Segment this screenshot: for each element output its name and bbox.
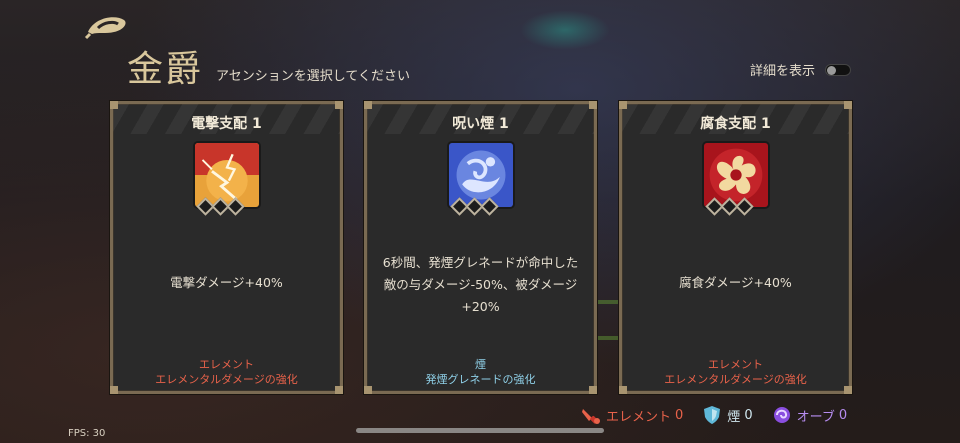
page-title: 金爵 xyxy=(127,49,204,90)
card-corner xyxy=(589,386,597,394)
orb-label: オーブ xyxy=(796,409,835,425)
card-corner xyxy=(335,386,343,394)
card-corner xyxy=(110,101,118,109)
card-category: エレメント エレメンタルダメージの強化 xyxy=(622,357,849,387)
orb-resource: オーブ 0 xyxy=(771,405,848,425)
game-screen: 金爵 アセンションを選択してください 詳細を表示 電撃支配 1 電撃ダメージ+4… xyxy=(0,0,960,443)
orb-count: 0 xyxy=(838,407,848,423)
orb-icon xyxy=(773,407,790,423)
background-glow xyxy=(520,10,610,50)
card-description: 腐食ダメージ+40% xyxy=(679,275,792,290)
card-corner xyxy=(335,101,343,109)
toggle-knob xyxy=(827,65,837,75)
card-description: 6秒間、発煙グレネードが命中した敵の与ダメージ-50%、被ダメージ+20% xyxy=(382,255,579,314)
card-name: 腐食支配 1 xyxy=(700,116,771,132)
category-effect: エレメンタルダメージの強化 xyxy=(664,373,807,386)
card-corner xyxy=(589,101,597,109)
card-corner xyxy=(364,386,372,394)
smoke-label: 煙 xyxy=(727,409,741,425)
level-indicator xyxy=(450,197,499,216)
card-category: エレメント エレメンタルダメージの強化 xyxy=(113,357,340,387)
element-label: エレメント xyxy=(606,409,672,425)
ascension-card-electric[interactable]: 電撃支配 1 電撃ダメージ+40% エレメント エレメンタルダメージの強化 xyxy=(110,101,343,394)
details-toggle[interactable] xyxy=(825,63,852,76)
category-name: エレメント xyxy=(708,358,763,371)
level-diamond xyxy=(480,197,499,216)
level-diamond xyxy=(735,197,754,216)
ascension-card-corrosion[interactable]: 腐食支配 1 腐食ダメージ+40% エレメント エレメンタルダメージの強化 xyxy=(619,101,852,394)
card-name: 電撃支配 1 xyxy=(191,116,262,132)
card-category: 煙 発煙グレネードの強化 xyxy=(367,357,594,387)
smoke-resource: 煙 0 xyxy=(701,405,753,425)
resource-bar: エレメント 0 煙 0 オーブ 0 xyxy=(580,405,847,425)
category-effect: エレメンタルダメージの強化 xyxy=(155,373,298,386)
card-corner xyxy=(844,101,852,109)
element-resource: エレメント 0 xyxy=(580,405,683,425)
card-name: 呪い煙 1 xyxy=(452,116,509,132)
smoke-count: 0 xyxy=(744,407,753,423)
level-diamond xyxy=(226,197,245,216)
home-indicator[interactable] xyxy=(356,428,604,433)
category-name: エレメント xyxy=(199,358,254,371)
logo-icon xyxy=(84,17,126,40)
level-indicator xyxy=(705,197,754,216)
element-count: 0 xyxy=(675,407,684,423)
shield-icon xyxy=(704,406,721,424)
level-indicator xyxy=(196,197,245,216)
ascension-card-curse-smoke[interactable]: 呪い煙 1 6秒間、発煙グレネードが命中した敵の与ダメージ-50%、被ダメージ+… xyxy=(364,101,597,394)
grenade-icon xyxy=(582,409,600,424)
card-corner xyxy=(619,101,627,109)
card-corner xyxy=(110,386,118,394)
page-subtitle: アセンションを選択してください xyxy=(216,69,410,84)
details-toggle-row[interactable]: 詳細を表示 xyxy=(750,60,852,79)
category-effect: 発煙グレネードの強化 xyxy=(425,373,536,386)
fps-counter: FPS: 30 xyxy=(68,428,106,439)
card-corner xyxy=(364,101,372,109)
card-corner xyxy=(844,386,852,394)
card-description: 電撃ダメージ+40% xyxy=(170,275,283,290)
details-label: 詳細を表示 xyxy=(750,64,816,79)
category-name: 煙 xyxy=(475,358,486,371)
card-corner xyxy=(619,386,627,394)
